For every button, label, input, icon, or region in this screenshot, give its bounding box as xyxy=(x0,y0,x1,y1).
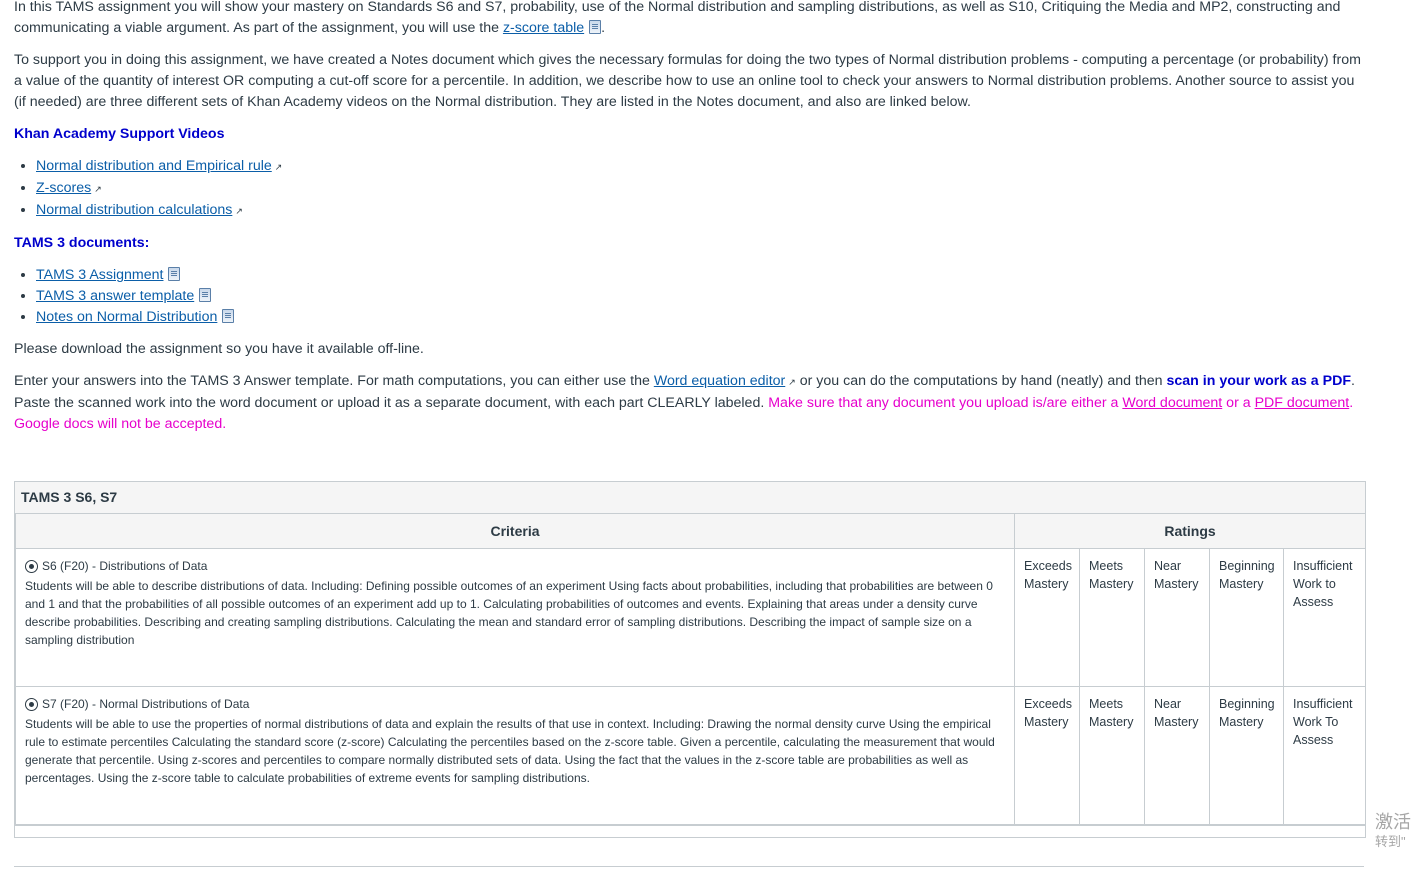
warning-text: Make sure that any document you upload i… xyxy=(768,395,1123,411)
answers-text: Enter your answers into the TAMS 3 Answe… xyxy=(14,373,654,389)
scan-instruction: scan in your work as a PDF xyxy=(1166,373,1352,389)
criteria-header: Criteria xyxy=(15,514,1015,549)
rubric-footer xyxy=(15,825,1365,838)
rating-exceeds[interactable]: Exceeds Mastery xyxy=(1014,548,1080,687)
pdf-document-link[interactable]: PDF document xyxy=(1255,395,1350,411)
rating-near[interactable]: Near Mastery xyxy=(1144,686,1210,825)
rating-meets[interactable]: Meets Mastery xyxy=(1079,548,1145,687)
document-icon xyxy=(168,267,181,281)
list-item: Z-scores xyxy=(36,178,1364,200)
activation-watermark: 激活 转到" xyxy=(1375,811,1411,851)
criterion-description: Students will be able to use the propert… xyxy=(25,717,995,785)
tams-assignment-link[interactable]: TAMS 3 Assignment xyxy=(36,267,163,283)
khan-video-list: Normal distribution and Empirical rule Z… xyxy=(14,156,1364,222)
word-document-link[interactable]: Word document xyxy=(1122,395,1222,411)
answers-paragraph: Enter your answers into the TAMS 3 Answe… xyxy=(14,371,1364,435)
rating-insufficient[interactable]: Insufficient Work To Assess xyxy=(1282,686,1367,825)
intro-paragraph-2: To support you in doing this assignment,… xyxy=(14,52,1361,110)
table-row: S7 (F20) - Normal Distributions of Data … xyxy=(15,686,1367,825)
rubric-grid: Criteria Ratings S6 (F20) - Distribution… xyxy=(15,514,1367,825)
khan-link-calculations[interactable]: Normal distribution calculations xyxy=(36,202,243,218)
list-item: Normal distribution calculations xyxy=(36,200,1364,222)
criterion-description: Students will be able to describe distri… xyxy=(25,579,993,647)
khan-heading: Khan Academy Support Videos xyxy=(14,126,225,142)
page-content: In this TAMS assignment you will show yo… xyxy=(14,0,1364,446)
answers-text: or you can do the computations by hand (… xyxy=(795,373,1167,389)
rating-beginning[interactable]: Beginning Mastery xyxy=(1209,548,1284,687)
rating-meets[interactable]: Meets Mastery xyxy=(1079,686,1145,825)
list-item: TAMS 3 Assignment xyxy=(36,265,1364,286)
rating-beginning[interactable]: Beginning Mastery xyxy=(1209,686,1284,825)
document-icon xyxy=(222,309,235,323)
document-icon xyxy=(589,20,602,34)
z-score-table-link[interactable]: z-score table xyxy=(503,20,584,36)
warning-text: or a xyxy=(1222,395,1255,411)
watermark-line-1: 激活 xyxy=(1375,812,1411,832)
criterion-title: S7 (F20) - Normal Distributions of Data xyxy=(25,695,1005,713)
notes-normal-distribution-link[interactable]: Notes on Normal Distribution xyxy=(36,309,217,325)
outcome-target-icon xyxy=(25,559,38,573)
bottom-divider xyxy=(14,866,1364,867)
criterion-cell: S6 (F20) - Distributions of Data Student… xyxy=(15,548,1015,687)
rubric-title: TAMS 3 S6, S7 xyxy=(15,482,1365,514)
list-item: Notes on Normal Distribution xyxy=(36,307,1364,328)
tams-answer-template-link[interactable]: TAMS 3 answer template xyxy=(36,288,194,304)
intro-text-end: . xyxy=(601,20,606,36)
watermark-line-2: 转到" xyxy=(1375,834,1406,849)
criterion-cell: S7 (F20) - Normal Distributions of Data … xyxy=(15,686,1015,825)
list-item: TAMS 3 answer template xyxy=(36,286,1364,307)
ratings-header: Ratings xyxy=(1013,514,1367,549)
criterion-title: S6 (F20) - Distributions of Data xyxy=(25,557,1005,575)
rubric-table: TAMS 3 S6, S7 Criteria Ratings S6 (F20) … xyxy=(14,481,1367,838)
download-note: Please download the assignment so you ha… xyxy=(14,341,424,357)
khan-link-empirical-rule[interactable]: Normal distribution and Empirical rule xyxy=(36,158,282,174)
intro-paragraph-1: In this TAMS assignment you will show yo… xyxy=(14,0,1364,39)
rating-exceeds[interactable]: Exceeds Mastery xyxy=(1014,686,1080,825)
rating-near[interactable]: Near Mastery xyxy=(1144,548,1210,687)
outcome-target-icon xyxy=(25,697,38,711)
table-row: S6 (F20) - Distributions of Data Student… xyxy=(15,548,1367,687)
list-item: Normal distribution and Empirical rule xyxy=(36,156,1364,178)
rating-insufficient[interactable]: Insufficient Work to Assess xyxy=(1282,548,1367,687)
tams-heading: TAMS 3 documents: xyxy=(14,235,150,251)
criterion-title-text: S6 (F20) - Distributions of Data xyxy=(42,559,208,573)
criterion-title-text: S7 (F20) - Normal Distributions of Data xyxy=(42,697,250,711)
tams-document-list: TAMS 3 Assignment TAMS 3 answer template… xyxy=(14,265,1364,328)
word-equation-editor-link[interactable]: Word equation editor xyxy=(654,373,796,389)
document-icon xyxy=(199,288,212,302)
intro-text: In this TAMS assignment you will show yo… xyxy=(14,0,1341,36)
khan-link-z-scores[interactable]: Z-scores xyxy=(36,180,102,196)
